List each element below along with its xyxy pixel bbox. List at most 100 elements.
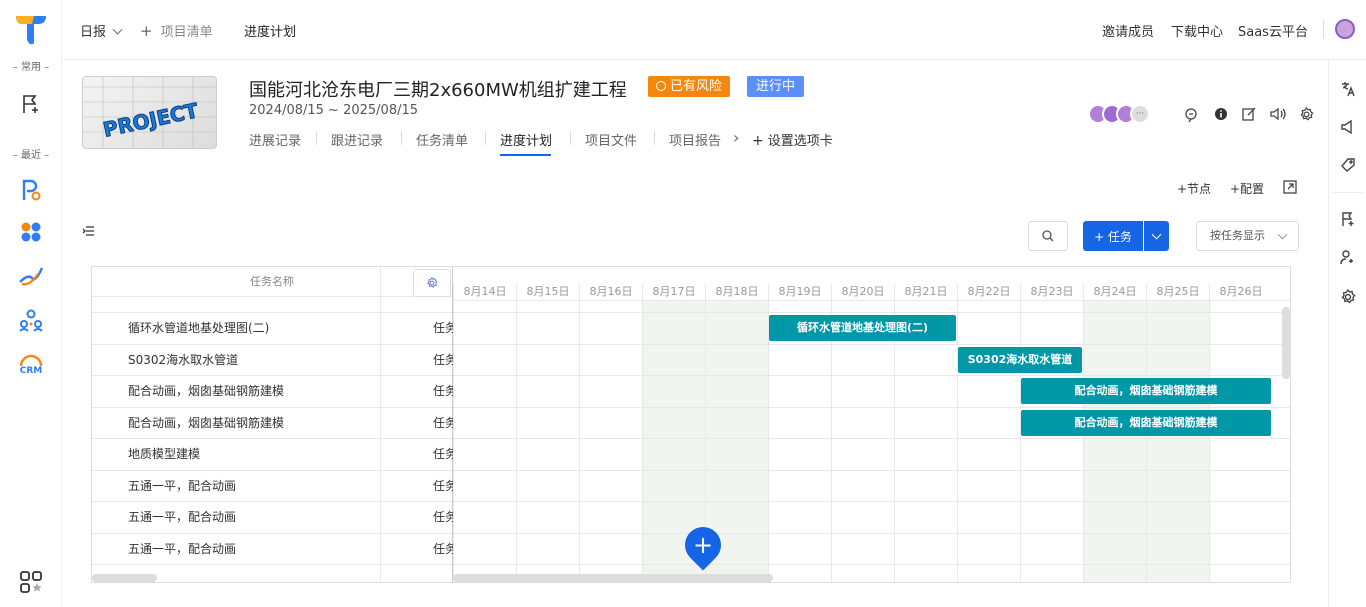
gantt-task-bar[interactable]: 循环水管道地基处理图(二)	[769, 315, 956, 341]
collapse-list-icon[interactable]	[82, 225, 96, 237]
task-row-type: 任务	[433, 384, 453, 398]
row-divider	[92, 501, 452, 502]
project-logo-text: PROJECT	[101, 98, 201, 142]
chat-icon[interactable]	[1184, 107, 1200, 123]
row-divider	[92, 564, 452, 565]
risk-badge[interactable]: 已有风险	[648, 76, 731, 97]
alarm-clock-icon	[656, 81, 666, 91]
gear-icon[interactable]	[1299, 106, 1315, 123]
schedule-tab[interactable]: 进度计划	[244, 21, 296, 40]
date-header: 8月15日	[516, 284, 579, 300]
task-row-name[interactable]: 五通一平，配合动画	[128, 540, 236, 557]
task-row-type: 任务	[433, 447, 453, 461]
chevron-down-icon	[1151, 229, 1162, 240]
user-avatar[interactable]	[1335, 19, 1355, 39]
megaphone-icon[interactable]	[1339, 118, 1357, 136]
row-divider	[453, 438, 1290, 439]
member-avatars[interactable]: ···	[1088, 104, 1158, 126]
task-row-name[interactable]: 循环水管道地基处理图(二)	[128, 319, 269, 336]
date-header: 8月26日	[1209, 284, 1272, 300]
task-name-header: 任务名称	[92, 267, 452, 297]
tab-divider	[570, 131, 571, 145]
project-tab[interactable]: 项目文件	[585, 130, 637, 149]
add-task-dropdown[interactable]	[1144, 221, 1169, 251]
tab-settings-button[interactable]: + 设置选项卡	[752, 130, 833, 149]
task-row-name[interactable]: 配合动画，烟囱基础钢筋建模	[128, 414, 284, 431]
plus-icon: +	[140, 22, 153, 40]
right-toolbar	[1328, 60, 1366, 607]
row-divider	[92, 375, 452, 376]
status-badge: 进行中	[747, 76, 805, 97]
row-divider	[453, 312, 1290, 313]
search-button[interactable]	[1028, 221, 1068, 251]
export-icon[interactable]	[1283, 180, 1297, 194]
daily-menu[interactable]: 日报	[80, 21, 123, 40]
speaker-icon[interactable]	[1270, 107, 1286, 123]
tag-icon[interactable]	[1339, 156, 1357, 174]
project-p-icon[interactable]	[17, 176, 45, 204]
add-task-button[interactable]: + 任务	[1083, 221, 1143, 251]
column-settings-button[interactable]	[413, 269, 451, 297]
add-config-button[interactable]: +配置	[1230, 180, 1264, 197]
edit-icon[interactable]	[1242, 107, 1258, 123]
info-icon[interactable]	[1214, 107, 1230, 123]
more-avatars: ···	[1130, 104, 1150, 124]
swoosh-icon[interactable]	[17, 262, 45, 290]
date-header: 8月22日	[957, 284, 1020, 300]
user-settings-icon[interactable]	[1339, 248, 1357, 266]
timeline: 8月14日 8月15日 8月16日 8月17日 8月18日 8月19日 8月20日 8月21日…	[453, 267, 1290, 582]
app-logo[interactable]	[14, 12, 48, 46]
invite-members-link[interactable]: 邀请成员	[1102, 21, 1154, 40]
flag-add-icon[interactable]	[1339, 210, 1357, 228]
plus-icon: +	[692, 531, 714, 560]
project-tab[interactable]: 进度计划	[500, 130, 552, 149]
project-tab[interactable]: 跟进记录	[331, 130, 383, 149]
task-row-type: 任务	[433, 415, 453, 430]
task-row-name[interactable]: 地质模型建模	[128, 445, 200, 462]
gantt-task-bar[interactable]: 配合动画，烟囱基础钢筋建模	[1021, 409, 1271, 436]
timeline-horizontal-scrollbar[interactable]	[453, 574, 773, 582]
chevron-down-icon	[112, 24, 123, 35]
gear-icon	[427, 277, 438, 288]
task-row-name[interactable]: 配合动画，烟囱基础钢筋建模	[128, 382, 284, 399]
crm-icon[interactable]: CRM	[17, 350, 45, 378]
row-divider	[92, 343, 452, 345]
team-icon[interactable]	[17, 306, 45, 334]
project-tab[interactable]: 任务清单	[416, 130, 468, 149]
flag-add-icon[interactable]	[17, 90, 45, 118]
task-list-scrollbar[interactable]	[92, 574, 157, 582]
date-header: 8月21日	[894, 284, 957, 300]
gantt-task-bar[interactable]: S0302海水取水管道	[958, 346, 1082, 373]
project-tab[interactable]: 进展记录	[249, 130, 301, 149]
date-header: 8月18日	[705, 284, 768, 300]
task-row-type: 任务	[433, 321, 453, 335]
tab-divider	[316, 131, 317, 145]
row-divider	[453, 564, 1290, 565]
timeline-vertical-scrollbar[interactable]	[1282, 307, 1290, 379]
tabs-more-chevron[interactable]: ›	[733, 128, 739, 147]
gantt-task-bar[interactable]: 配合动画，烟囱基础钢筋建模	[1021, 378, 1271, 404]
app-grid-icon[interactable]	[17, 568, 45, 596]
download-center-link[interactable]: 下载中心	[1171, 21, 1223, 40]
task-row-type: 任务	[433, 352, 453, 367]
display-mode-select[interactable]: 按任务显示	[1196, 221, 1299, 251]
row-divider	[453, 532, 1290, 534]
apps-dots-icon[interactable]	[17, 218, 45, 246]
task-row-name[interactable]: 五通一平，配合动画	[128, 508, 236, 525]
saas-platform-link[interactable]: Saas云平台	[1238, 21, 1308, 40]
row-divider	[92, 438, 452, 439]
row-divider	[453, 343, 1290, 345]
crm-label: CRM	[20, 366, 43, 376]
add-node-button[interactable]: +节点	[1177, 180, 1211, 197]
row-divider	[453, 406, 1290, 408]
gear-icon[interactable]	[1339, 288, 1357, 306]
project-title: 国能河北沧东电厂三期2x660MW机组扩建工程	[249, 80, 627, 101]
task-row-type: 任务	[433, 478, 453, 493]
add-project-list-button[interactable]: + 项目清单	[140, 21, 213, 40]
task-row-name[interactable]: 五通一平，配合动画	[128, 477, 236, 494]
active-tab-underline	[500, 154, 551, 156]
project-tab[interactable]: 项目报告	[669, 130, 721, 149]
task-row-name[interactable]: S0302海水取水管道	[128, 351, 238, 368]
date-header: 8月16日	[579, 284, 642, 300]
translate-icon[interactable]	[1339, 80, 1357, 98]
